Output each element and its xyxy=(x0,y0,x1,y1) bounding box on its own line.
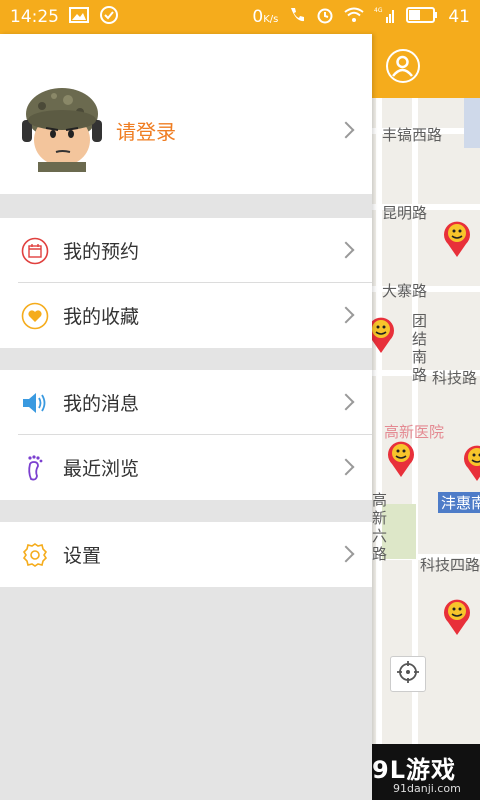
footprint-icon xyxy=(21,454,49,482)
menu-item-appointments[interactable]: 我的预约 xyxy=(0,218,372,283)
chevron-right-icon xyxy=(337,458,355,476)
map-pin-icon[interactable] xyxy=(386,438,416,478)
wifi-icon xyxy=(344,7,364,28)
heart-icon xyxy=(21,302,49,330)
menu-item-settings[interactable]: 设置 xyxy=(0,522,372,587)
locate-button[interactable] xyxy=(390,656,426,692)
chevron-right-icon xyxy=(337,393,355,411)
map-pin-icon[interactable] xyxy=(462,442,480,482)
map-road-label: 丰镐西路 xyxy=(382,126,443,144)
map-block xyxy=(464,98,480,148)
battery-level: 41 xyxy=(448,7,470,27)
alarm-icon xyxy=(316,6,334,29)
menu-item-label: 我的消息 xyxy=(63,393,140,415)
gear-icon xyxy=(21,541,49,569)
chevron-right-icon xyxy=(337,306,355,324)
image-icon xyxy=(69,6,89,28)
phone-icon xyxy=(288,6,306,29)
watermark-url: 91danji.com xyxy=(393,782,461,795)
user-profile-icon[interactable] xyxy=(386,49,420,83)
cell-signal-icon: 4G xyxy=(374,6,396,29)
login-header[interactable]: 请登录 xyxy=(0,34,372,194)
map-road-label: 高新六路 xyxy=(372,491,388,563)
battery-icon xyxy=(406,6,438,28)
map-road-label: 科技四路 xyxy=(420,556,480,574)
map-pin-icon[interactable] xyxy=(372,314,396,354)
check-circle-icon xyxy=(99,5,119,30)
menu-item-label: 我的预约 xyxy=(63,241,140,263)
map-road-label: 昆明路 xyxy=(382,204,428,222)
menu-item-messages[interactable]: 我的消息 xyxy=(0,370,372,435)
map-header xyxy=(372,34,480,98)
calendar-icon xyxy=(21,237,49,265)
crosshair-icon xyxy=(395,659,421,689)
speaker-icon xyxy=(21,389,49,417)
menu-item-label: 最近浏览 xyxy=(63,458,140,480)
chevron-right-icon xyxy=(337,241,355,259)
watermark-logo: 9L游戏 xyxy=(372,756,456,784)
menu-item-label: 设置 xyxy=(63,545,102,567)
menu-group: 我的消息 最近浏览 xyxy=(0,370,372,500)
status-bar: 14:25 0K/s 4G 41 xyxy=(0,0,480,34)
menu-item-favorites[interactable]: 我的收藏 xyxy=(0,283,372,348)
clock: 14:25 xyxy=(10,7,59,27)
map-pin-icon[interactable] xyxy=(442,218,472,258)
menu-group: 设置 xyxy=(0,522,372,587)
map-road-label: 大寨路 xyxy=(382,282,428,300)
login-prompt[interactable]: 请登录 xyxy=(116,116,176,145)
menu-group: 我的预约 我的收藏 xyxy=(0,218,372,348)
chevron-right-icon xyxy=(337,121,355,139)
navigation-drawer: 请登录 我的预约 我的收藏 我的消息 最近浏览 设置 xyxy=(0,34,372,800)
map-road-label: 科技路 xyxy=(432,369,478,387)
map-pin-icon[interactable] xyxy=(442,596,472,636)
map-road-label: 团结南路 xyxy=(412,312,428,384)
avatar[interactable] xyxy=(18,84,106,172)
menu-item-label: 我的收藏 xyxy=(63,306,140,328)
map-road-sign: 沣惠南 xyxy=(438,492,480,513)
chevron-right-icon xyxy=(337,545,355,563)
network-speed: 0K/s xyxy=(252,7,279,27)
svg-text:4G: 4G xyxy=(374,7,383,14)
map-view[interactable]: 丰镐西路 昆明路 大寨路 团结南路 科技路 高新医院 高新六路 科技四路 沣惠南 xyxy=(372,34,480,800)
menu-item-history[interactable]: 最近浏览 xyxy=(0,435,372,500)
